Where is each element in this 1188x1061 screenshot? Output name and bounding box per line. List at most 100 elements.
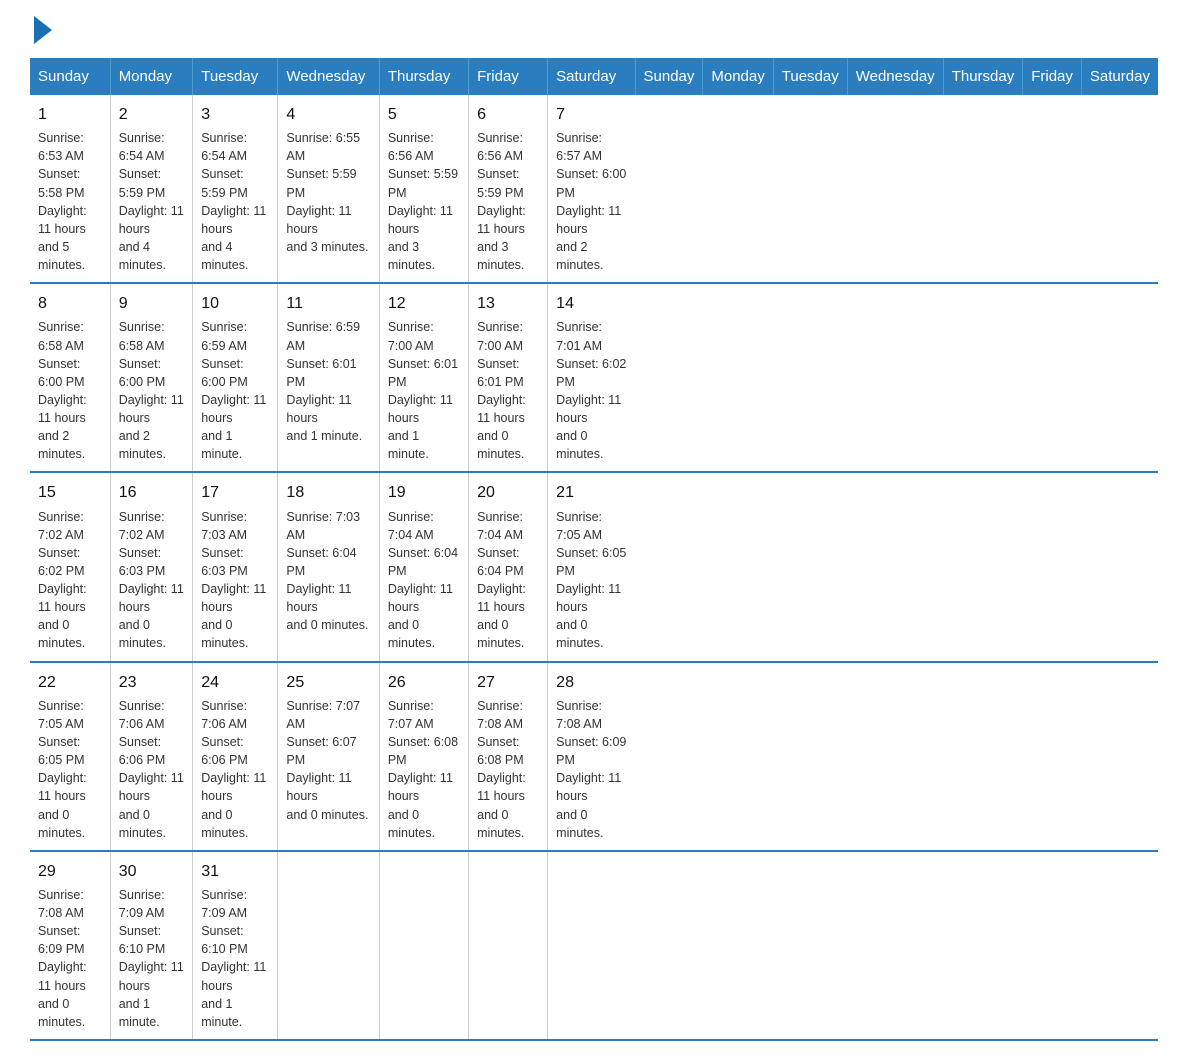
weekday-header-friday: Friday [469,58,548,95]
day-number: 10 [201,292,269,315]
calendar-header-row: SundayMondayTuesdayWednesdayThursdayFrid… [30,58,1158,95]
calendar-cell: 21 Sunrise: 7:05 AMSunset: 6:05 PMDayligh… [548,472,635,661]
day-number: 19 [388,481,460,504]
day-info: Sunrise: 7:02 AMSunset: 6:02 PMDaylight:… [38,508,102,653]
day-info: Sunrise: 6:58 AMSunset: 6:00 PMDaylight:… [119,318,185,463]
weekday-header-wednesday: Wednesday [847,58,943,95]
day-info: Sunrise: 7:09 AMSunset: 6:10 PMDaylight:… [201,886,269,1031]
calendar-table: SundayMondayTuesdayWednesdayThursdayFrid… [30,58,1158,1041]
day-number: 22 [38,671,102,694]
calendar-week-row: 15 Sunrise: 7:02 AMSunset: 6:02 PMDayligh… [30,472,1158,661]
calendar-cell: 5 Sunrise: 6:56 AMSunset: 5:59 PMDaylight… [379,95,468,283]
day-info: Sunrise: 6:58 AMSunset: 6:00 PMDaylight:… [38,318,102,463]
day-info: Sunrise: 7:04 AMSunset: 6:04 PMDaylight:… [388,508,460,653]
day-number: 11 [286,292,370,315]
day-number: 25 [286,671,370,694]
calendar-cell: 6 Sunrise: 6:56 AMSunset: 5:59 PMDaylight… [469,95,548,283]
day-number: 30 [119,860,185,883]
calendar-cell [379,851,468,1040]
day-info: Sunrise: 7:01 AMSunset: 6:02 PMDaylight:… [556,318,627,463]
calendar-cell: 18 Sunrise: 7:03 AMSunset: 6:04 PMDayligh… [278,472,379,661]
day-number: 14 [556,292,627,315]
day-info: Sunrise: 6:54 AMSunset: 5:59 PMDaylight:… [201,129,269,274]
day-info: Sunrise: 7:07 AMSunset: 6:08 PMDaylight:… [388,697,460,842]
day-number: 5 [388,103,460,126]
day-number: 3 [201,103,269,126]
calendar-cell: 15 Sunrise: 7:02 AMSunset: 6:02 PMDayligh… [30,472,110,661]
day-number: 21 [556,481,627,504]
day-number: 18 [286,481,370,504]
day-info: Sunrise: 7:07 AMSunset: 6:07 PMDaylight:… [286,697,370,824]
calendar-cell: 23Sunrise: 7:06 AMSunset: 6:06 PMDayligh… [110,662,193,851]
calendar-cell: 17Sunrise: 7:03 AMSunset: 6:03 PMDayligh… [193,472,278,661]
weekday-header-thursday: Thursday [943,58,1023,95]
calendar-cell: 29 Sunrise: 7:08 AMSunset: 6:09 PMDayligh… [30,851,110,1040]
calendar-cell: 2Sunrise: 6:54 AMSunset: 5:59 PMDaylight… [110,95,193,283]
day-info: Sunrise: 7:03 AMSunset: 6:04 PMDaylight:… [286,508,370,635]
day-number: 15 [38,481,102,504]
weekday-header-tuesday: Tuesday [193,58,278,95]
calendar-cell: 10 Sunrise: 6:59 AMSunset: 6:00 PMDayligh… [193,283,278,472]
day-info: Sunrise: 6:56 AMSunset: 5:59 PMDaylight:… [477,129,539,274]
calendar-cell: 1Sunrise: 6:53 AMSunset: 5:58 PMDaylight… [30,95,110,283]
calendar-cell: 14 Sunrise: 7:01 AMSunset: 6:02 PMDayligh… [548,283,635,472]
calendar-week-row: 1Sunrise: 6:53 AMSunset: 5:58 PMDaylight… [30,95,1158,283]
day-info: Sunrise: 7:08 AMSunset: 6:09 PMDaylight:… [38,886,102,1031]
day-info: Sunrise: 7:05 AMSunset: 6:05 PMDaylight:… [556,508,627,653]
calendar-cell: 31Sunrise: 7:09 AMSunset: 6:10 PMDayligh… [193,851,278,1040]
day-number: 4 [286,103,370,126]
calendar-cell: 19 Sunrise: 7:04 AMSunset: 6:04 PMDayligh… [379,472,468,661]
calendar-cell: 3 Sunrise: 6:54 AMSunset: 5:59 PMDaylight… [193,95,278,283]
day-number: 26 [388,671,460,694]
day-info: Sunrise: 6:54 AMSunset: 5:59 PMDaylight:… [119,129,185,274]
day-number: 6 [477,103,539,126]
day-number: 16 [119,481,185,504]
day-info: Sunrise: 7:08 AMSunset: 6:08 PMDaylight:… [477,697,539,842]
day-info: Sunrise: 6:55 AMSunset: 5:59 PMDaylight:… [286,129,370,256]
day-number: 8 [38,292,102,315]
calendar-cell: 24Sunrise: 7:06 AMSunset: 6:06 PMDayligh… [193,662,278,851]
calendar-cell [278,851,379,1040]
day-number: 12 [388,292,460,315]
logo-arrow-icon [34,16,52,44]
day-info: Sunrise: 7:02 AMSunset: 6:03 PMDaylight:… [119,508,185,653]
day-info: Sunrise: 7:06 AMSunset: 6:06 PMDaylight:… [119,697,185,842]
day-info: Sunrise: 7:00 AMSunset: 6:01 PMDaylight:… [477,318,539,463]
calendar-cell: 8 Sunrise: 6:58 AMSunset: 6:00 PMDaylight… [30,283,110,472]
page-header [30,20,1158,38]
weekday-header-sunday: Sunday [30,58,110,95]
day-number: 13 [477,292,539,315]
calendar-cell: 25 Sunrise: 7:07 AMSunset: 6:07 PMDayligh… [278,662,379,851]
calendar-week-row: 8 Sunrise: 6:58 AMSunset: 6:00 PMDaylight… [30,283,1158,472]
weekday-header-monday: Monday [703,58,773,95]
day-number: 28 [556,671,627,694]
day-info: Sunrise: 6:59 AMSunset: 6:00 PMDaylight:… [201,318,269,463]
weekday-header-wednesday: Wednesday [278,58,379,95]
calendar-week-row: 29 Sunrise: 7:08 AMSunset: 6:09 PMDayligh… [30,851,1158,1040]
calendar-cell: 4 Sunrise: 6:55 AMSunset: 5:59 PMDaylight… [278,95,379,283]
calendar-cell: 22 Sunrise: 7:05 AMSunset: 6:05 PMDayligh… [30,662,110,851]
day-info: Sunrise: 7:05 AMSunset: 6:05 PMDaylight:… [38,697,102,842]
logo [30,20,52,38]
day-info: Sunrise: 6:59 AMSunset: 6:01 PMDaylight:… [286,318,370,445]
day-info: Sunrise: 6:53 AMSunset: 5:58 PMDaylight:… [38,129,102,274]
weekday-header-thursday: Thursday [379,58,468,95]
day-info: Sunrise: 7:09 AMSunset: 6:10 PMDaylight:… [119,886,185,1031]
calendar-cell: 9 Sunrise: 6:58 AMSunset: 6:00 PMDaylight… [110,283,193,472]
day-info: Sunrise: 6:56 AMSunset: 5:59 PMDaylight:… [388,129,460,274]
calendar-cell: 7Sunrise: 6:57 AMSunset: 6:00 PMDaylight… [548,95,635,283]
day-info: Sunrise: 7:00 AMSunset: 6:01 PMDaylight:… [388,318,460,463]
calendar-cell: 26 Sunrise: 7:07 AMSunset: 6:08 PMDayligh… [379,662,468,851]
calendar-cell: 20Sunrise: 7:04 AMSunset: 6:04 PMDayligh… [469,472,548,661]
day-info: Sunrise: 7:04 AMSunset: 6:04 PMDaylight:… [477,508,539,653]
day-number: 27 [477,671,539,694]
day-number: 9 [119,292,185,315]
weekday-header-monday: Monday [110,58,193,95]
calendar-cell: 28Sunrise: 7:08 AMSunset: 6:09 PMDayligh… [548,662,635,851]
calendar-cell: 16 Sunrise: 7:02 AMSunset: 6:03 PMDayligh… [110,472,193,661]
day-number: 29 [38,860,102,883]
day-info: Sunrise: 6:57 AMSunset: 6:00 PMDaylight:… [556,129,627,274]
calendar-cell [548,851,635,1040]
day-info: Sunrise: 7:03 AMSunset: 6:03 PMDaylight:… [201,508,269,653]
calendar-cell: 12 Sunrise: 7:00 AMSunset: 6:01 PMDayligh… [379,283,468,472]
